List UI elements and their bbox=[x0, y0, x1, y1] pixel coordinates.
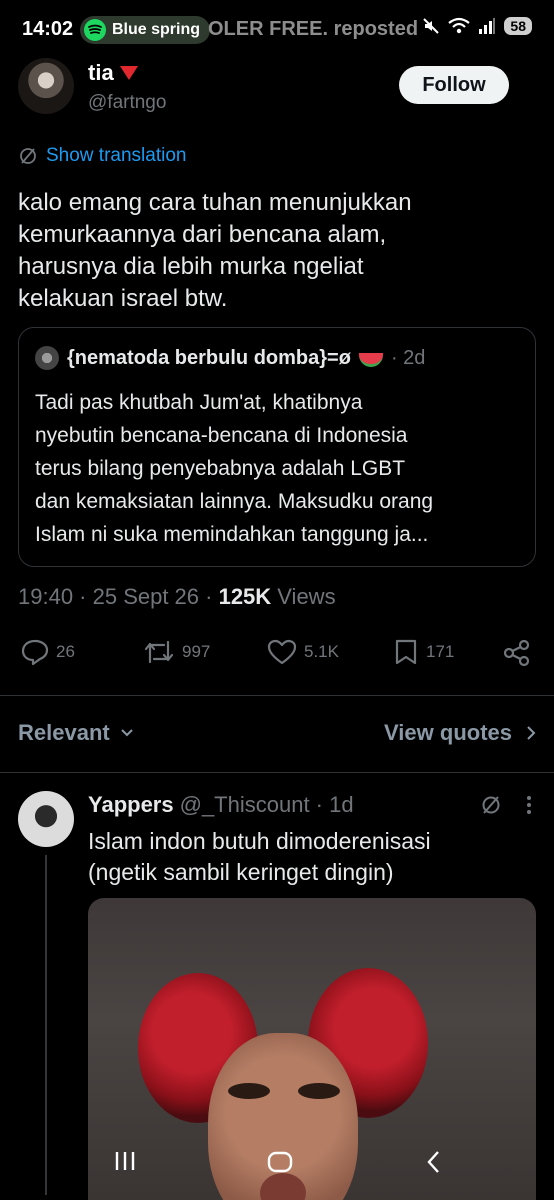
show-translation-link[interactable]: Show translation bbox=[18, 145, 186, 167]
more-options-icon[interactable] bbox=[526, 794, 532, 816]
share-icon bbox=[503, 639, 530, 667]
quoted-text-line: dan kemaksiatan lainnya. Maksudku orang bbox=[35, 490, 434, 513]
bookmark-count: 171 bbox=[426, 642, 455, 661]
share-button[interactable] bbox=[502, 638, 532, 668]
battery-indicator: 58 bbox=[504, 17, 532, 35]
quoted-tweet[interactable]: {nematoda berbulu domba}=ø · 2d Tadi pas… bbox=[18, 327, 536, 567]
relevant-sort-dropdown[interactable]: Relevant bbox=[18, 720, 134, 746]
author-handle[interactable]: @fartngo bbox=[88, 92, 166, 114]
repost-icon bbox=[144, 640, 174, 664]
view-quotes-link[interactable]: View quotes bbox=[384, 720, 536, 746]
chevron-down-icon bbox=[121, 729, 133, 737]
reply-author-avatar[interactable] bbox=[18, 791, 74, 847]
media-figure-eye bbox=[228, 1083, 270, 1099]
heart-icon bbox=[267, 639, 297, 665]
follow-button[interactable]: Follow bbox=[399, 66, 509, 104]
quoted-text-line: Tadi pas khutbah Jum'at, khatibnya bbox=[35, 391, 363, 414]
reply-text-line: Islam indon butuh dimoderenisasi bbox=[88, 828, 431, 854]
relevant-label[interactable]: Relevant bbox=[18, 720, 110, 746]
view-quotes-label[interactable]: View quotes bbox=[384, 720, 512, 746]
signal-icon bbox=[479, 18, 496, 34]
quoted-tweet-header: {nematoda berbulu domba}=ø · 2d bbox=[35, 346, 425, 370]
mute-icon bbox=[423, 18, 440, 34]
now-playing-title: Blue spring bbox=[112, 21, 201, 38]
recent-apps-icon[interactable] bbox=[112, 1148, 138, 1174]
tweet-text-line: kalo emang cara tuhan menunjukkan bbox=[18, 189, 412, 216]
quoted-author-avatar bbox=[35, 346, 59, 370]
divider bbox=[0, 772, 554, 773]
views-count[interactable]: 125K bbox=[219, 584, 272, 609]
translate-icon[interactable] bbox=[480, 794, 502, 816]
wifi-icon bbox=[448, 17, 471, 34]
reply-text: Islam indon butuh dimoderenisasi (ngetik… bbox=[88, 826, 538, 888]
reply-header: Yappers @_Thiscount · 1d bbox=[88, 792, 354, 818]
status-icons: 58 bbox=[422, 17, 532, 35]
thread-line bbox=[45, 855, 47, 1195]
system-navigation-bar bbox=[88, 1140, 536, 1192]
reply-header-icons bbox=[480, 794, 532, 816]
media-figure-eye bbox=[298, 1083, 340, 1099]
tweet-meta: 19:40 · 25 Sept 26 · 125K Views bbox=[18, 584, 336, 610]
now-playing-pill[interactable]: Blue spring bbox=[80, 16, 211, 44]
red-triangle-icon bbox=[119, 66, 138, 80]
quoted-text-line: Islam ni suka memindahkan tanggung ja... bbox=[35, 523, 429, 546]
tweet-text-line: kemurkaannya dari bencana alam, bbox=[18, 221, 387, 248]
tweet-action-bar: 26 997 5.1K 171 bbox=[18, 638, 536, 676]
tweet-text: kalo emang cara tuhan menunjukkan kemurk… bbox=[18, 187, 538, 315]
reply-author-handle[interactable]: @_Thiscount · 1d bbox=[180, 792, 354, 818]
back-icon[interactable] bbox=[424, 1148, 444, 1176]
status-time: 14:02 bbox=[22, 18, 74, 40]
tweet-timestamp: 19:40 · 25 Sept 26 · bbox=[18, 584, 219, 609]
replies-sort-bar: Relevant View quotes bbox=[18, 720, 536, 752]
tweet-text-line: harusnya dia lebih murka ngeliat bbox=[18, 253, 364, 280]
reply-author-name[interactable]: Yappers bbox=[88, 792, 174, 818]
quoted-text-line: nyebutin bencana-bencana di Indonesia bbox=[35, 424, 408, 447]
repost-button[interactable]: 997 bbox=[142, 638, 210, 666]
notification-marquee: OLER FREE. reposted bbox=[208, 18, 419, 40]
divider bbox=[0, 695, 554, 696]
bookmark-button[interactable]: 171 bbox=[392, 638, 454, 666]
quoted-text-line: terus bilang penyebabnya adalah LGBT bbox=[35, 457, 406, 480]
chevron-right-icon bbox=[527, 726, 536, 740]
reply-button[interactable]: 26 bbox=[20, 638, 75, 666]
reply-text-line: (ngetik sambil keringet dingin) bbox=[88, 859, 394, 885]
author-avatar[interactable] bbox=[18, 58, 74, 114]
translate-icon bbox=[20, 148, 36, 164]
tweet-text-line: kelakuan israel btw. bbox=[18, 285, 228, 312]
watermelon-icon bbox=[358, 353, 383, 367]
bookmark-icon bbox=[395, 639, 417, 665]
quoted-tweet-text: Tadi pas khutbah Jum'at, khatibnya nyebu… bbox=[35, 386, 525, 551]
like-button[interactable]: 5.1K bbox=[266, 638, 339, 666]
author-name[interactable]: tia bbox=[88, 60, 114, 86]
views-label: Views bbox=[271, 584, 336, 609]
repost-count: 997 bbox=[182, 642, 211, 661]
home-icon[interactable] bbox=[266, 1148, 294, 1176]
author-name-row[interactable]: tia bbox=[88, 60, 138, 86]
reply-count: 26 bbox=[56, 642, 75, 661]
show-translation-label[interactable]: Show translation bbox=[46, 145, 186, 167]
reply-icon bbox=[21, 639, 49, 666]
status-bar: 14:02 Blue spring OLER FREE. reposted 58 bbox=[0, 0, 554, 58]
like-count: 5.1K bbox=[304, 642, 339, 661]
quoted-tweet-time: · 2d bbox=[390, 346, 426, 369]
quoted-author-name: {nematoda berbulu domba}=ø bbox=[67, 346, 351, 369]
spotify-icon bbox=[84, 19, 106, 41]
